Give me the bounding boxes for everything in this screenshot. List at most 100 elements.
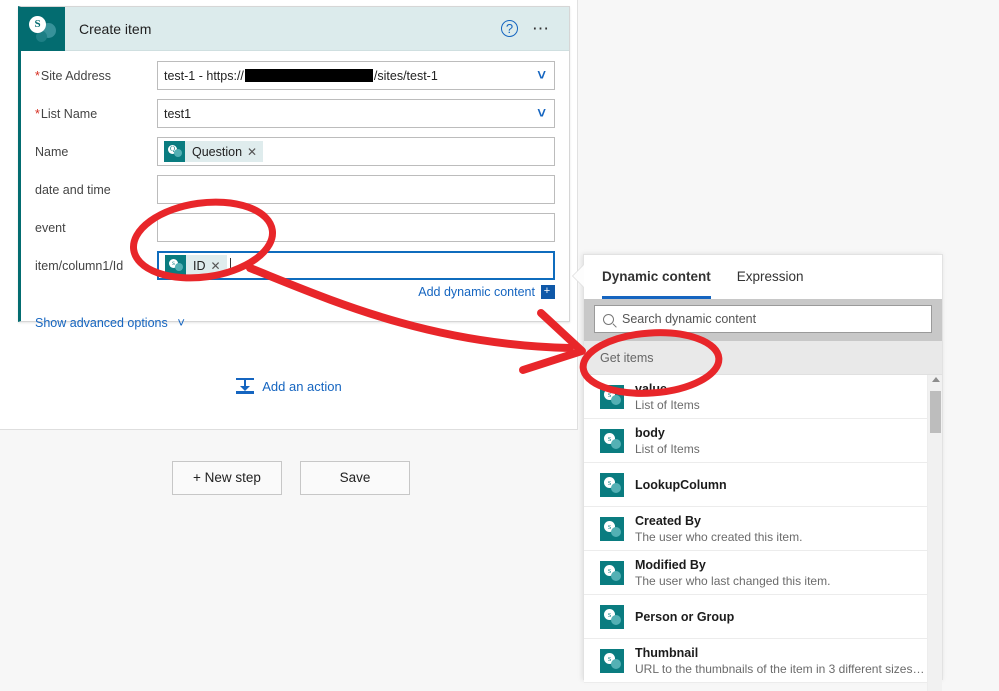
- field-label-list-name: *List Name: [35, 106, 98, 121]
- field-row-date-and-time: date and time: [35, 175, 555, 204]
- add-dynamic-content-link[interactable]: Add dynamic content: [418, 285, 535, 299]
- sharepoint-icon: s: [165, 255, 186, 276]
- token-text: Thumbnail URL to the thumbnails of the it…: [635, 646, 927, 676]
- sharepoint-icon: s: [600, 428, 624, 453]
- dynamic-content-token-list[interactable]: s value List of Items s body List of Items s Lo…: [584, 375, 942, 691]
- search-placeholder: Search dynamic content: [622, 312, 757, 326]
- chip-label: ID: [193, 258, 206, 273]
- required-asterisk: *: [35, 106, 40, 121]
- field-label-date-and-time: date and time: [35, 182, 111, 197]
- required-asterisk: *: [35, 68, 40, 83]
- sharepoint-icon-letter: S: [29, 15, 46, 33]
- create-item-action-card[interactable]: S Create item ? ⋯ *Site Address test-1 -…: [18, 6, 570, 330]
- token-name: LookupColumn: [635, 477, 727, 492]
- token-text: Created By The user who created this item…: [635, 514, 802, 544]
- token-text: value List of Items: [635, 382, 700, 412]
- insert-action-icon: [236, 378, 255, 394]
- name-input[interactable]: Q Question ✕: [157, 137, 555, 166]
- chevron-down-icon[interactable]: ˅: [537, 67, 546, 84]
- panel-callout-pointer: [573, 265, 584, 287]
- scrollbar-thumb[interactable]: [930, 391, 941, 433]
- tab-expression[interactable]: Expression: [737, 269, 804, 299]
- event-input[interactable]: [157, 213, 555, 242]
- token-name: Created By: [635, 513, 701, 528]
- token-description: The user who created this item.: [635, 529, 803, 544]
- list-name-value: test1: [164, 106, 192, 121]
- action-card-header: S Create item ? ⋯: [21, 6, 569, 51]
- save-button[interactable]: Save: [300, 461, 410, 495]
- sharepoint-icon: s: [600, 384, 624, 409]
- dynamic-token-chip-id[interactable]: s ID ✕: [165, 255, 227, 276]
- date-and-time-input[interactable]: [157, 175, 555, 204]
- token-text: LookupColumn: [635, 478, 727, 492]
- site-address-input[interactable]: test-1 - https:// /sites/test-1: [157, 61, 555, 90]
- help-icon[interactable]: ?: [501, 20, 518, 37]
- dynamic-content-token-row[interactable]: s LookupColumn: [584, 463, 942, 507]
- dynamic-content-panel[interactable]: Dynamic content Expression Search dynami…: [573, 254, 943, 691]
- action-card-body: *Site Address test-1 - https:// /sites/t…: [21, 51, 569, 340]
- panel-tab-bar: Dynamic content Expression: [584, 255, 942, 299]
- search-icon: [603, 313, 614, 325]
- field-label-event: event: [35, 220, 66, 235]
- field-row-list-name: *List Name test1 ˅: [35, 99, 555, 128]
- chevron-down-icon[interactable]: ˅: [537, 105, 546, 122]
- chevron-down-icon[interactable]: ˅: [177, 315, 185, 330]
- dynamic-content-token-row[interactable]: s value List of Items: [584, 375, 942, 419]
- close-icon[interactable]: ✕: [211, 259, 221, 273]
- token-name: Person or Group: [635, 609, 735, 624]
- token-text: Person or Group: [635, 610, 734, 624]
- token-name: value: [635, 381, 667, 396]
- field-label-site-address: *Site Address: [35, 68, 112, 83]
- text-cursor: [229, 258, 231, 273]
- dynamic-content-token-row[interactable]: s Created By The user who created this ite…: [584, 507, 942, 551]
- field-row-site-address: *Site Address test-1 - https:// /sites/t…: [35, 61, 555, 90]
- sharepoint-icon: s: [600, 648, 624, 673]
- dynamic-token-chip-question[interactable]: Q Question ✕: [164, 141, 264, 162]
- list-name-input[interactable]: test1: [157, 99, 555, 128]
- field-row-item-column1-id: item/column1/Id s ID ✕: [35, 251, 555, 280]
- sharepoint-icon: s: [600, 604, 624, 629]
- dynamic-content-token-row[interactable]: s Modified By The user who last changed th…: [584, 551, 942, 595]
- sharepoint-icon: s: [600, 516, 624, 541]
- ellipsis-icon[interactable]: ⋯: [524, 19, 559, 39]
- chip-label: Question: [192, 144, 243, 159]
- panel-search-area: Search dynamic content: [584, 299, 942, 341]
- token-text: body List of Items: [635, 426, 700, 456]
- add-an-action-label: Add an action: [262, 378, 342, 394]
- dynamic-content-token-row[interactable]: s Person or Group: [584, 595, 942, 639]
- field-label-item-column1-id: item/column1/Id: [35, 258, 124, 273]
- token-text: Modified By The user who last changed thi…: [635, 558, 830, 588]
- sharepoint-icon: S: [21, 6, 65, 51]
- field-row-name: Name Q Question ✕: [35, 137, 555, 166]
- add-dynamic-content-row: Add dynamic content +: [35, 285, 555, 299]
- token-description: URL to the thumbnails of the item in 3 d…: [635, 661, 927, 676]
- panel-scrollbar[interactable]: [927, 375, 942, 691]
- field-label-name: Name: [35, 144, 69, 159]
- sharepoint-icon: s: [600, 472, 624, 497]
- action-card-title: Create item: [79, 20, 152, 37]
- token-description: The user who last changed this item.: [635, 573, 831, 588]
- token-description: List of Items: [635, 397, 700, 412]
- scroll-up-arrow-icon[interactable]: [932, 377, 940, 382]
- show-advanced-options-row[interactable]: Show advanced options ˅: [35, 309, 555, 334]
- token-group-header-get-items[interactable]: Get items: [584, 341, 942, 375]
- redaction-bar: [244, 69, 373, 82]
- forms-icon: Q: [164, 141, 185, 162]
- dynamic-content-token-row[interactable]: s body List of Items: [584, 419, 942, 463]
- add-an-action-button[interactable]: Add an action: [0, 378, 578, 394]
- new-step-button[interactable]: + New step: [172, 461, 282, 495]
- flow-designer-canvas: S Create item ? ⋯ *Site Address test-1 -…: [0, 0, 578, 430]
- field-row-event: event: [35, 213, 555, 242]
- item-column1-id-input[interactable]: s ID ✕: [157, 251, 555, 280]
- add-dynamic-content-plus-icon[interactable]: +: [541, 285, 555, 299]
- search-dynamic-content-input[interactable]: Search dynamic content: [594, 305, 932, 333]
- token-name: Thumbnail: [635, 645, 699, 660]
- dynamic-content-token-row[interactable]: s Thumbnail URL to the thumbnails of the i…: [584, 639, 942, 683]
- tab-dynamic-content[interactable]: Dynamic content: [602, 269, 711, 299]
- show-advanced-options-link[interactable]: Show advanced options: [35, 316, 168, 330]
- site-address-prefix: test-1 - https://: [164, 68, 244, 83]
- token-description: List of Items: [635, 441, 700, 456]
- token-name: Modified By: [635, 557, 706, 572]
- sharepoint-icon: s: [600, 560, 624, 585]
- close-icon[interactable]: ✕: [247, 145, 257, 159]
